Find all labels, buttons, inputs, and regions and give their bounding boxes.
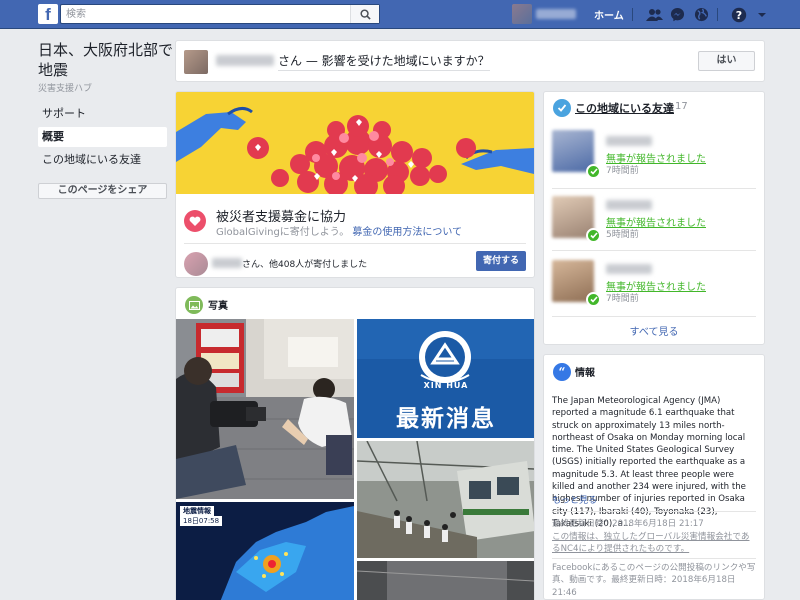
friend-time: 5時間前 (606, 230, 639, 240)
safety-question-card: さん — 影響を受けた地域にいますか？ はい (175, 40, 765, 82)
photos-icon (185, 296, 203, 314)
fundraiser-card: 被災者支援募金に協力 GlobalGivingに寄付しよう。 募金の使用方法につ… (175, 91, 535, 278)
heart-icon (184, 210, 206, 232)
sidebar-item-friends-in-area[interactable]: この地域にいる友達 (38, 150, 167, 170)
safety-question-text: さん — 影響を受けた地域にいますか？ (278, 52, 490, 71)
divider (552, 316, 756, 317)
messenger-icon[interactable] (668, 5, 687, 24)
profile-link[interactable] (512, 4, 578, 24)
divider (552, 188, 756, 189)
safe-check-icon (586, 228, 601, 243)
avatar (512, 4, 532, 24)
info-provider-note[interactable]: この情報は、独立したグローバル災害情報会社であるNC4により提供されたものです。 (552, 531, 758, 556)
help-icon[interactable]: ? (729, 5, 748, 24)
friend-time: 7時間前 (606, 166, 639, 176)
info-footer-note: Facebookにあるこのページの公開投稿のリンクや写真、動画です。最終更新日時… (552, 563, 756, 598)
yes-button[interactable]: はい (698, 51, 755, 71)
search-input[interactable] (61, 5, 341, 23)
info-title: 情報 (575, 368, 595, 379)
checkmark-icon (553, 99, 571, 117)
donate-button[interactable]: 寄付する (476, 251, 526, 271)
sidebar-item-overview[interactable]: 概要 (38, 127, 167, 147)
fund-usage-link[interactable]: 募金の使用方法について (352, 227, 462, 238)
donors-summary[interactable]: さん、他408人が寄付しました (242, 257, 367, 270)
photo-earthquake-intensity-map[interactable]: 地震情報 18日07:58 (176, 502, 354, 600)
quote-icon: “ (553, 363, 571, 381)
donor-avatar (184, 252, 208, 276)
see-all-link[interactable]: すべて見る (544, 323, 764, 338)
divider (552, 558, 756, 559)
page-title: 日本、大阪府北部で地震 (38, 41, 174, 79)
divider (632, 8, 633, 21)
sidebar-item-support[interactable]: サポート (38, 104, 167, 124)
search-button[interactable] (350, 5, 379, 23)
facebook-logo[interactable]: f (38, 4, 58, 24)
friend-name-blurred (606, 264, 652, 274)
page-subtitle: 災害支援ハブ (38, 84, 93, 94)
dropdown-arrow-icon[interactable] (752, 5, 771, 24)
top-navigation-bar: f ホーム ? (0, 0, 800, 29)
xinhua-label: XIN HUA (423, 381, 469, 390)
user-avatar (184, 50, 208, 74)
profile-name-blurred (536, 9, 576, 19)
user-name-blurred (216, 55, 274, 66)
quake-info-label: 地震情報 (180, 506, 214, 516)
share-page-button[interactable]: このページをシェア (38, 183, 167, 199)
photo-office-earthquake[interactable] (176, 319, 354, 499)
fundraiser-org-text: GlobalGivingに寄付しよう。 (216, 227, 350, 238)
friend-requests-icon[interactable] (645, 5, 664, 24)
fundraiser-subtitle: GlobalGivingに寄付しよう。 募金の使用方法について (216, 223, 462, 238)
quake-time-label: 18日07:58 (180, 516, 223, 526)
info-body-text: The Japan Meteorological Agency (JMA) re… (552, 396, 746, 529)
globe-icon[interactable] (692, 5, 711, 24)
divider (552, 511, 756, 512)
donor-name-blurred (212, 258, 242, 268)
safe-check-icon (586, 164, 601, 179)
info-last-updated: 最終更新日時：2018年6月18日 21:17 (552, 519, 704, 529)
see-more-link[interactable]: もっと見る (552, 493, 597, 506)
photos-title: 写真 (208, 301, 228, 312)
breaking-news-label: 最新消息 (396, 406, 496, 432)
safe-check-icon (586, 292, 601, 307)
divider (184, 243, 526, 244)
photo-street-damage[interactable] (357, 561, 534, 600)
friend-name-blurred (606, 136, 652, 146)
divider (552, 250, 756, 251)
divider (717, 8, 718, 21)
fundraiser-banner-image[interactable] (176, 92, 534, 194)
friend-time: 7時間前 (606, 294, 639, 304)
friends-count: 17 (675, 101, 688, 112)
search-icon (359, 8, 371, 20)
svg-text:?: ? (735, 9, 741, 22)
photo-train-stopped[interactable] (357, 441, 534, 558)
friend-name-blurred (606, 200, 652, 210)
friends-in-area-card: この地域にいる友達 17 無事が報告されました 7時間前 無事が報告されました … (543, 91, 765, 345)
photo-xinhua-breaking-news[interactable]: XIN HUA 最新消息 (357, 319, 534, 438)
photos-card: 写真 XIN HUA 最新消息 地震情報 18日07:58 (175, 287, 535, 600)
info-card: “ 情報 The Japan Meteorological Agency (JM… (543, 354, 765, 600)
search-box (60, 4, 380, 24)
home-link[interactable]: ホーム (594, 7, 624, 22)
friends-in-area-title[interactable]: この地域にいる友達 (575, 100, 674, 116)
